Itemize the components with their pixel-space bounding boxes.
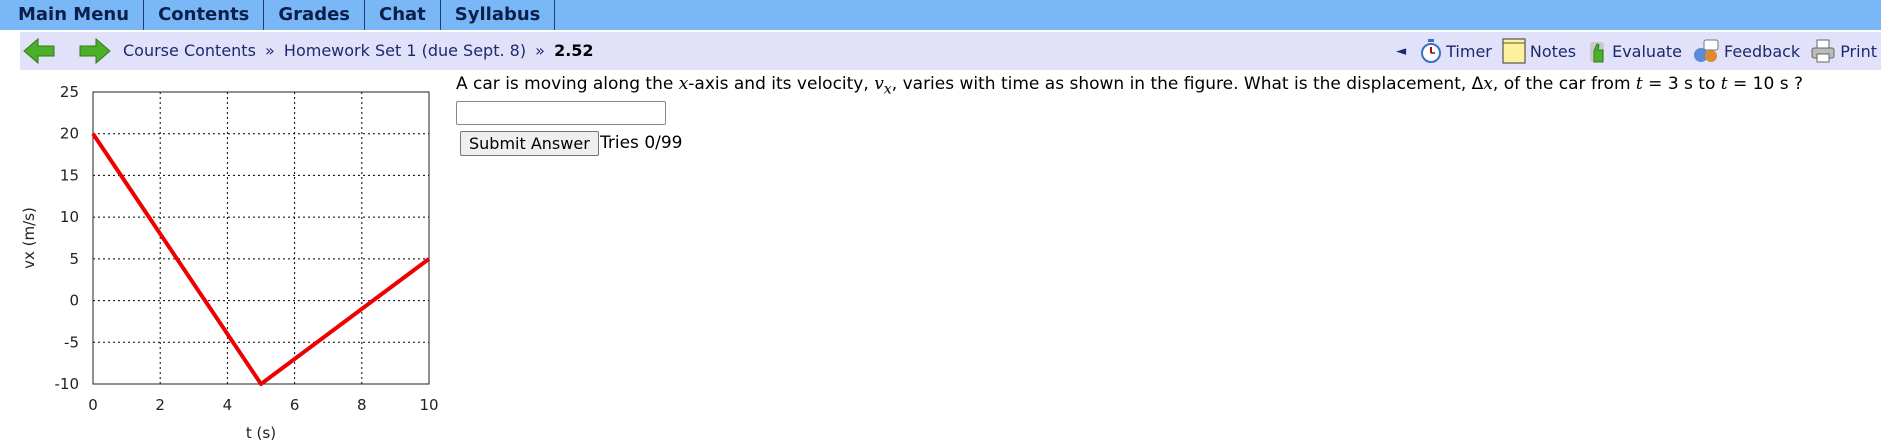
print-label: Print	[1840, 41, 1877, 61]
tries-counter: Tries 0/99	[600, 133, 683, 153]
breadcrumb-homework-set[interactable]: Homework Set 1 (due Sept. 8)	[284, 41, 526, 60]
evaluate-label: Evaluate	[1612, 41, 1682, 61]
variable-t-end: t	[1720, 74, 1728, 94]
thumbs-up-icon	[1590, 42, 1605, 63]
forward-arrow-icon[interactable]	[78, 37, 112, 65]
notes-label: Notes	[1529, 41, 1577, 61]
feedback-button[interactable]: Feedback	[1692, 38, 1800, 64]
y-tick-label: -5	[64, 333, 79, 351]
variable-vx-subscript: x	[883, 81, 892, 98]
question-text-part: , varies with time as shown in the figur…	[891, 74, 1484, 94]
y-tick-label: 20	[60, 125, 79, 143]
x-tick-label: 6	[290, 396, 300, 414]
y-tick-label: 0	[69, 292, 79, 310]
notes-button[interactable]: Notes	[1502, 38, 1576, 64]
stopwatch-icon	[1421, 39, 1442, 63]
collapse-toolbar-icon[interactable]: ◄	[1396, 44, 1406, 59]
question-text: A car is moving along the x-axis and its…	[456, 74, 1803, 97]
menu-chat[interactable]: Chat	[365, 0, 441, 30]
x-tick-label: 0	[88, 396, 98, 414]
menu-contents[interactable]: Contents	[144, 0, 265, 30]
back-arrow-icon[interactable]	[22, 37, 56, 65]
submit-answer-button[interactable]: Submit Answer	[460, 131, 599, 156]
x-tick-label: 2	[155, 396, 165, 414]
y-tick-label: 15	[60, 166, 79, 184]
question-text-part: A car is moving along the	[456, 74, 679, 94]
menu-main-menu[interactable]: Main Menu	[0, 0, 145, 30]
question-text-part: = 3 s to	[1642, 74, 1721, 94]
x-axis-label: t (s)	[246, 424, 276, 441]
menu-grades[interactable]: Grades	[264, 0, 366, 30]
timer-button[interactable]: Timer	[1420, 39, 1492, 63]
breadcrumb-separator: »	[265, 41, 275, 60]
question-text-part: , of the car from	[1492, 74, 1636, 94]
variable-t-start: t	[1635, 74, 1643, 94]
x-tick-label: 4	[223, 396, 233, 414]
menu-syllabus[interactable]: Syllabus	[441, 0, 556, 30]
timer-label: Timer	[1446, 41, 1492, 61]
variable-delta-x: x	[1483, 74, 1493, 94]
y-axis-label: vx (m/s)	[20, 207, 38, 269]
feedback-icon	[1693, 39, 1719, 62]
breadcrumb-separator: »	[535, 41, 545, 60]
y-tick-label: 5	[69, 250, 79, 268]
print-button[interactable]: Print	[1810, 39, 1877, 63]
evaluate-button[interactable]: Evaluate	[1586, 38, 1682, 64]
plot-frame	[92, 91, 430, 385]
printer-icon	[1811, 39, 1835, 63]
velocity-time-chart: 0 2 4 6 8 10 -10 -5 0 5 10 15 20 25 t (s) vx (m/s)	[20, 83, 439, 441]
x-tick-label: 8	[357, 396, 367, 414]
navigation-bar: Course Contents » Homework Set 1 (due Se…	[20, 32, 1881, 70]
y-tick-label: 10	[60, 208, 79, 226]
variable-x: x	[678, 74, 689, 94]
main-menu-bar: Main Menu Contents Grades Chat Syllabus	[0, 0, 1881, 30]
variable-vx: v	[874, 74, 884, 94]
question-text-part: = 10 s ?	[1727, 74, 1803, 94]
y-tick-label: 25	[60, 83, 79, 101]
breadcrumb-course-contents[interactable]: Course Contents	[123, 41, 256, 60]
feedback-label: Feedback	[1723, 41, 1801, 61]
breadcrumb: Course Contents » Homework Set 1 (due Se…	[123, 32, 594, 70]
notepad-icon	[1502, 38, 1526, 64]
toolbar: ◄ Timer Notes Evaluate Feedback Print	[1396, 32, 1877, 70]
answer-input[interactable]	[456, 101, 666, 125]
question-text-part: -axis and its velocity,	[688, 74, 875, 94]
x-tick-label: 10	[419, 396, 438, 414]
y-tick-label: -10	[55, 375, 80, 393]
chart-grid	[92, 91, 430, 385]
breadcrumb-current-problem: 2.52	[554, 41, 594, 60]
